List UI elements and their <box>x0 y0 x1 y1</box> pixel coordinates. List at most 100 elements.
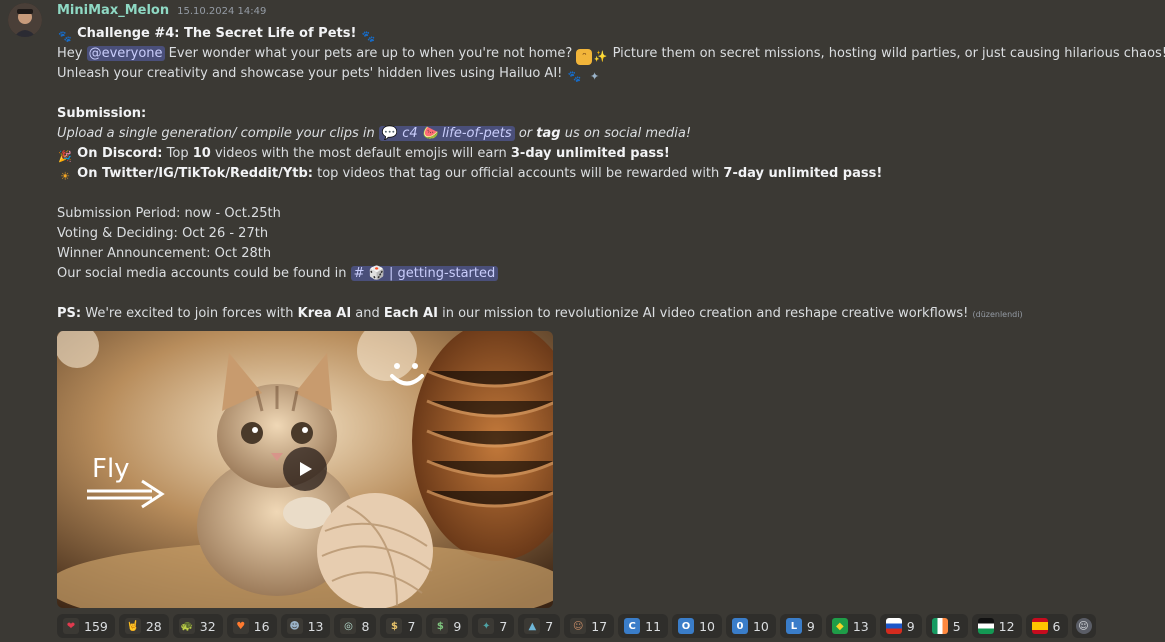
reaction-button[interactable]: 🤘 28 <box>118 614 169 638</box>
reactions-bar: ❤ 159 🤘 28 🐢 32 ♥ 16 ☻ 13 ◎ 8 $7 $9 ✦ 7 ▲ 7 ☺ 17 C 11 O 10 0 10 L 9… <box>57 614 1096 638</box>
play-button[interactable] <box>283 447 327 491</box>
cat-face-icon: ᵔ <box>576 49 593 65</box>
reaction-count: 7 <box>545 618 554 634</box>
sparkles-icon: ✨ <box>593 50 608 63</box>
custom-emoji-icon: ☻ <box>286 618 303 634</box>
reaction-button[interactable]: ☻ 13 <box>280 614 331 638</box>
reaction-button[interactable]: ✦ 7 <box>472 614 515 638</box>
everyone-mention[interactable]: @everyone <box>86 46 165 61</box>
reaction-count: 159 <box>84 618 108 634</box>
reaction-button[interactable]: ◎ 8 <box>334 614 377 638</box>
reaction-count: 6 <box>1052 618 1061 634</box>
edited-tag: (düzenlendi) <box>972 310 1023 319</box>
upload-line: Upload a single generation/ compile your… <box>57 126 692 141</box>
reaction-count: 7 <box>499 618 508 634</box>
reaction-button[interactable]: ☺ 17 <box>564 614 615 638</box>
reaction-button[interactable]: ♥ 16 <box>226 614 277 638</box>
video-embed[interactable]: Fly <box>57 331 553 608</box>
ps-line: PS: We're excited to join forces with Kr… <box>57 306 1023 321</box>
custom-emoji-icon: ▲ <box>524 618 541 634</box>
reaction-button[interactable]: $7 <box>380 614 423 638</box>
message-body: 🐾 Challenge #4: The Secret Life of Pets!… <box>57 24 1165 324</box>
reaction-count: 10 <box>752 618 769 634</box>
submission-heading: Submission: <box>57 106 147 121</box>
reaction-count: 11 <box>645 618 662 634</box>
video-overlay-text: Fly <box>92 454 130 484</box>
reaction-button[interactable]: ▲ 7 <box>518 614 561 638</box>
reaction-count: 8 <box>361 618 370 634</box>
timestamp: 15.10.2024 14:49 <box>177 6 267 17</box>
money-wings-icon: $ <box>432 618 449 634</box>
period-line: Submission Period: now - Oct.25th <box>57 206 281 221</box>
flag-russia-icon <box>885 618 902 634</box>
reaction-button[interactable]: 6 <box>1025 614 1068 638</box>
flag-spain-icon <box>1031 618 1048 634</box>
reaction-count: 28 <box>145 618 162 634</box>
winner-line: Winner Announcement: Oct 28th <box>57 246 272 261</box>
reaction-button[interactable]: C 11 <box>618 614 669 638</box>
reaction-count: 16 <box>253 618 270 634</box>
channel-getting-started[interactable]: # 🎲 | getting-started <box>350 266 499 281</box>
party-popper-icon: 🎉 <box>58 150 72 163</box>
reaction-button[interactable]: 9 <box>879 614 922 638</box>
custom-emoji-icon: ☺ <box>570 618 587 634</box>
channel-speech-icon: 💬 <box>381 126 399 141</box>
reaction-count: 7 <box>407 618 416 634</box>
letter-l-icon: L <box>785 618 802 634</box>
reaction-button[interactable]: $9 <box>426 614 469 638</box>
reaction-button[interactable]: 5 <box>925 614 968 638</box>
hash-icon: # <box>353 266 365 281</box>
reaction-button[interactable]: 0 10 <box>725 614 776 638</box>
custom-emoji-icon: ◎ <box>340 618 357 634</box>
reaction-count: 13 <box>852 618 869 634</box>
social-line: Our social media accounts could be found… <box>57 264 1157 284</box>
twitter-line: ☀ On Twitter/IG/TikTok/Reddit/Ytb: top v… <box>57 164 1157 184</box>
reaction-button[interactable]: 🐢 32 <box>172 614 223 638</box>
paw-prints-icon: 🐾 <box>361 30 376 43</box>
reaction-count: 9 <box>906 618 915 634</box>
reaction-count: 32 <box>199 618 216 634</box>
dice-icon: 🎲 <box>368 266 385 281</box>
letter-o-icon: O <box>678 618 695 634</box>
custom-emoji-icon: ✦ <box>478 618 495 634</box>
challenge-title: Challenge #4: The Secret Life of Pets! <box>77 26 357 41</box>
reaction-count: 5 <box>952 618 961 634</box>
reaction-button[interactable]: 12 <box>971 614 1022 638</box>
flag-brazil-icon: ◆ <box>831 618 848 634</box>
money-bag-icon: $ <box>386 618 403 634</box>
voting-line: Voting & Deciding: Oct 26 - 27th <box>57 226 269 241</box>
intro-line-1: Hey @everyone Ever wonder what your pets… <box>57 46 1165 65</box>
paw-prints-icon: 🐾 <box>567 70 582 83</box>
add-reaction-button[interactable]: ☺ <box>1071 614 1096 638</box>
channel-life-of-pets[interactable]: 💬 c4 🍉 life-of-pets <box>378 126 515 141</box>
discord-line: 🎉 On Discord: Top 10 videos with the mos… <box>58 146 670 163</box>
reaction-button[interactable]: O 10 <box>672 614 722 638</box>
reaction-count: 10 <box>699 618 715 634</box>
fire-heart-icon: ♥ <box>232 618 249 634</box>
sun-icon: ☀ <box>60 170 70 183</box>
username[interactable]: MiniMax_Melon <box>57 3 169 18</box>
letter-c-icon: C <box>624 618 641 634</box>
turtle-icon: 🐢 <box>178 618 195 634</box>
add-reaction-icon: ☺ <box>1075 618 1092 634</box>
flag-palestine-icon <box>977 618 994 634</box>
rock-hand-icon: 🤘 <box>124 618 141 634</box>
title-line: 🐾 Challenge #4: The Secret Life of Pets!… <box>57 24 1157 44</box>
avatar[interactable] <box>8 3 42 37</box>
reaction-count: 17 <box>591 618 608 634</box>
paw-prints-icon: 🐾 <box>58 30 72 43</box>
message-header: MiniMax_Melon 15.10.2024 14:49 <box>57 3 266 18</box>
flag-ireland-icon <box>931 618 948 634</box>
zero-icon: 0 <box>731 618 748 634</box>
reaction-count: 9 <box>806 618 815 634</box>
heart-icon: ❤ <box>63 618 79 634</box>
custom-emoji-icon: ✦ <box>590 70 600 83</box>
intro-line-2: Unleash your creativity and showcase you… <box>57 64 1157 84</box>
play-icon <box>300 462 312 476</box>
reaction-button[interactable]: L9 <box>779 614 822 638</box>
reaction-button[interactable]: ◆ 13 <box>825 614 876 638</box>
reaction-count: 12 <box>998 618 1015 634</box>
reaction-button[interactable]: ❤ 159 <box>57 614 115 638</box>
reaction-count: 13 <box>307 618 324 634</box>
reaction-count: 9 <box>453 618 462 634</box>
